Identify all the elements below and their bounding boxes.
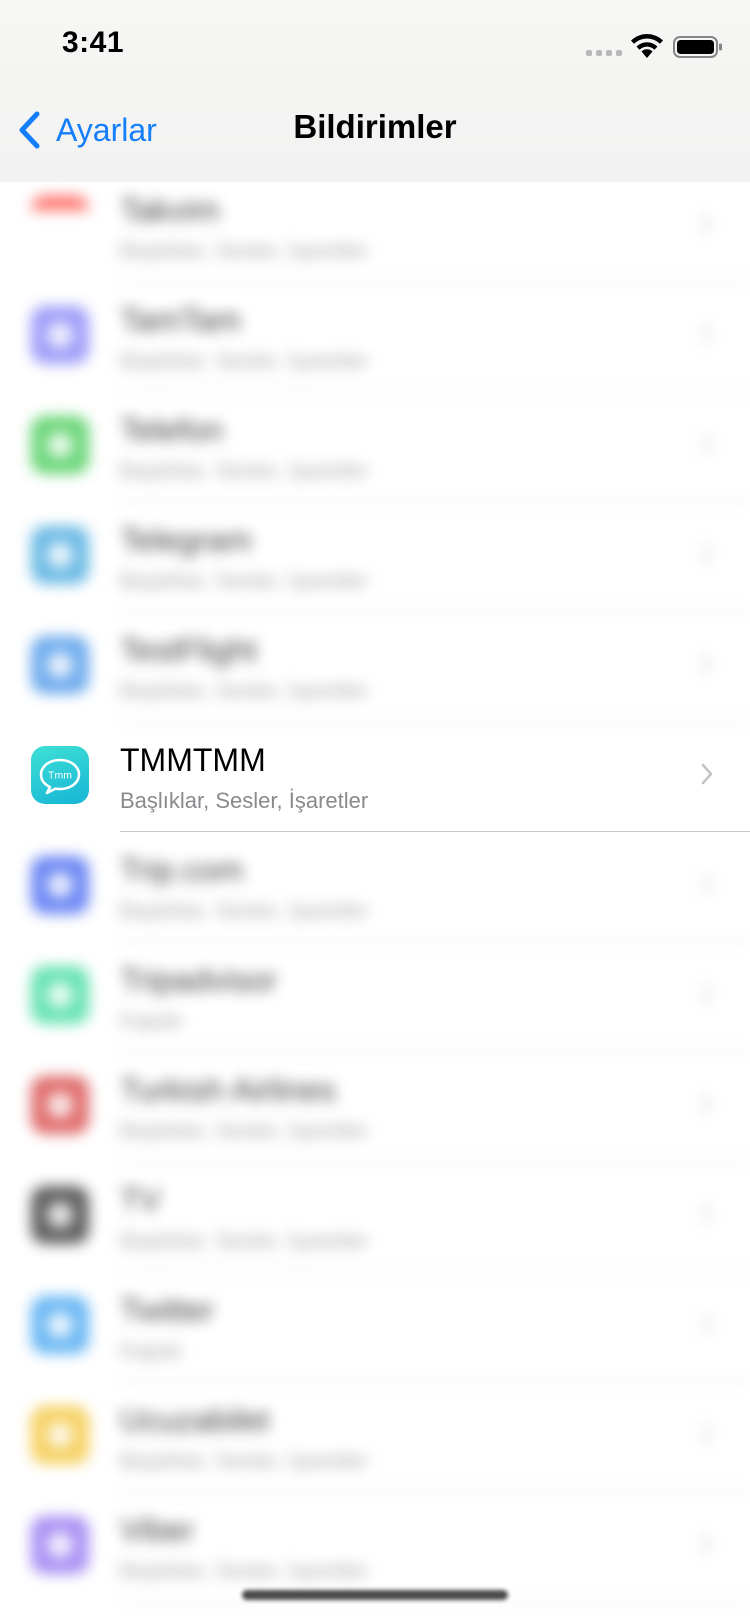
tripadvisor-icon: [31, 966, 89, 1024]
viber-icon: [31, 1516, 89, 1574]
app-name: TamTam: [120, 302, 241, 338]
trip-icon: [31, 856, 89, 914]
calendar-icon: [31, 196, 89, 254]
chevron-right-icon: [701, 1533, 713, 1555]
app-row[interactable]: Takvim Başlıklar, Sesler, İşaretler: [0, 168, 750, 282]
chevron-right-icon: [701, 213, 713, 235]
chevron-right-icon: [701, 433, 713, 455]
app-row[interactable]: Ucuzabilet Başlıklar, Sesler, İşaretler: [0, 1378, 750, 1492]
tv-icon: [31, 1186, 89, 1244]
turkish-airlines-icon: [31, 1076, 89, 1134]
app-name: Telegram: [120, 522, 252, 558]
app-row[interactable]: Tmm TMMTMM Başlıklar, Sesler, İşaretler: [0, 718, 750, 832]
chevron-right-icon: [701, 983, 713, 1005]
svg-text:Tmm: Tmm: [48, 770, 72, 782]
ucuzabilet-icon: [31, 1406, 89, 1464]
chevron-right-icon: [701, 763, 713, 785]
testflight-icon: [31, 636, 89, 694]
app-notification-summary: Başlıklar, Sesler, İşaretler: [120, 678, 369, 703]
app-notification-summary: Başlıklar, Sesler, İşaretler: [120, 568, 369, 593]
twitter-icon: [31, 1296, 89, 1354]
app-notification-summary: Başlıklar, Sesler, İşaretler: [120, 1228, 369, 1253]
app-name: Tripadvisor: [120, 962, 278, 998]
app-notification-summary: Başlıklar, Sesler, İşaretler: [120, 1118, 369, 1143]
app-notification-summary: Başlıklar, Sesler, İşaretler: [120, 348, 369, 373]
app-name: Twitter: [120, 1292, 215, 1328]
tamtam-icon: [31, 306, 89, 364]
app-name: TV: [120, 1182, 161, 1218]
app-name: Takvim: [120, 192, 220, 228]
navigation-bar: Ayarlar Bildirimler: [0, 92, 750, 182]
app-row[interactable]: TV Başlıklar, Sesler, İşaretler: [0, 1158, 750, 1272]
header: 3:41 Ayarlar Bildirimler: [0, 0, 750, 182]
home-indicator: [242, 1590, 508, 1600]
tmm-chat-icon: Tmm: [31, 746, 89, 804]
cellular-signal-icon: [586, 50, 622, 56]
app-row[interactable]: Twitter Kapalı: [0, 1268, 750, 1382]
screen: Takvim Başlıklar, Sesler, İşaretler TamTam…: [0, 0, 750, 1624]
app-row[interactable]: TamTam Başlıklar, Sesler, İşaretler: [0, 278, 750, 392]
chevron-right-icon: [701, 1423, 713, 1445]
app-notification-summary: Kapalı: [120, 1338, 183, 1363]
row-separator: [120, 1601, 750, 1602]
app-name: Telefon: [120, 412, 224, 448]
phone-icon: [31, 416, 89, 474]
app-row[interactable]: Telefon Başlıklar, Sesler, İşaretler: [0, 388, 750, 502]
battery-icon: [673, 36, 722, 58]
chevron-right-icon: [701, 543, 713, 565]
app-notification-summary: Kapalı: [120, 1008, 183, 1033]
app-notification-summary: Başlıklar, Sesler, İşaretler: [120, 458, 369, 483]
page-title: Bildirimler: [293, 108, 457, 145]
app-notification-summary: Başlıklar, Sesler, İşaretler: [120, 1558, 369, 1583]
app-row[interactable]: Viber Başlıklar, Sesler, İşaretler: [0, 1488, 750, 1602]
app-name: Ucuzabilet: [120, 1402, 270, 1438]
chevron-right-icon: [701, 653, 713, 675]
app-row[interactable]: Tripadvisor Kapalı: [0, 938, 750, 1052]
status-time: 3:41: [62, 26, 125, 59]
app-name: TestFlight: [120, 632, 257, 668]
app-row[interactable]: Trip.com Başlıklar, Sesler, İşaretler: [0, 828, 750, 942]
app-name: TMMTMM: [120, 742, 266, 778]
app-row[interactable]: Telegram Başlıklar, Sesler, İşaretler: [0, 498, 750, 612]
chevron-right-icon: [701, 1093, 713, 1115]
app-notification-summary: Başlıklar, Sesler, İşaretler: [120, 788, 369, 813]
wifi-icon: [631, 34, 663, 58]
chevron-right-icon: [701, 1203, 713, 1225]
app-notification-summary: Başlıklar, Sesler, İşaretler: [120, 1448, 369, 1473]
chevron-right-icon: [701, 1313, 713, 1335]
telegram-icon: [31, 526, 89, 584]
app-name: Trip.com: [120, 852, 244, 888]
chevron-right-icon: [701, 323, 713, 345]
app-name: Viber: [120, 1512, 195, 1548]
app-row[interactable]: Turkish Airlines Başlıklar, Sesler, İşare…: [0, 1048, 750, 1162]
status-bar: 3:41: [0, 0, 750, 92]
app-row[interactable]: TestFlight Başlıklar, Sesler, İşaretler: [0, 608, 750, 722]
chevron-right-icon: [701, 873, 713, 895]
app-notification-summary: Başlıklar, Sesler, İşaretler: [120, 898, 369, 923]
app-notification-summary: Başlıklar, Sesler, İşaretler: [120, 238, 369, 263]
app-name: Turkish Airlines: [120, 1072, 336, 1108]
